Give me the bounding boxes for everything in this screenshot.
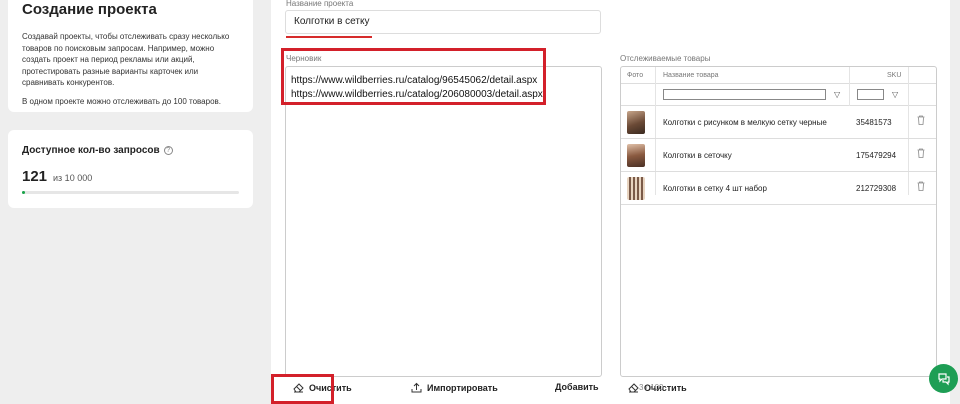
product-name: Колготки в сеточку [663, 151, 732, 160]
filter-icon[interactable]: ▽ [834, 90, 840, 99]
product-photo [627, 144, 645, 167]
filter-row: ▽ ▽ [621, 84, 936, 106]
table-header: Фото Название товара SKU [621, 67, 936, 84]
project-info-card: Создание проекта Создавай проекты, чтобы… [8, 0, 253, 112]
column-name[interactable]: Название товара [663, 72, 719, 79]
tracked-label: Отслеживаемые товары [620, 54, 711, 63]
upload-icon [411, 382, 422, 393]
product-sku: 35481573 [856, 118, 892, 127]
project-name-underline [286, 36, 372, 38]
trash-icon[interactable] [917, 115, 925, 125]
import-button[interactable]: Импортировать [411, 382, 498, 393]
quota-value: 121 [22, 168, 48, 185]
help-icon[interactable]: ? [163, 146, 173, 155]
table-row[interactable]: Колготки в сетку 4 шт набор 212729308 [621, 172, 936, 205]
draft-textarea[interactable]: https://www.wildberries.ru/catalog/96545… [285, 66, 602, 377]
product-photo [627, 177, 645, 200]
project-description: Создавай проекты, чтобы отслеживать сраз… [22, 32, 230, 87]
quota-values: 121 из 10 000 [22, 168, 239, 185]
chat-button[interactable] [929, 364, 958, 393]
quota-total: из 10 000 [53, 173, 93, 183]
product-photo [627, 111, 645, 134]
add-label: Добавить [555, 382, 599, 392]
tracked-products-table: Фото Название товара SKU ▽ ▽ Колготки с … [620, 66, 937, 377]
table-row[interactable]: Колготки с рисунком в мелкую сетку черны… [621, 106, 936, 139]
quota-progress-bar [22, 191, 239, 194]
import-label: Импортировать [427, 382, 498, 393]
trash-icon[interactable] [917, 181, 925, 191]
eraser-icon [628, 383, 639, 393]
tracked-counter: 3 / 100 [639, 383, 664, 392]
filter-icon[interactable]: ▽ [892, 90, 898, 99]
product-name: Колготки с рисунком в мелкую сетку черны… [663, 118, 827, 127]
main-panel: Название проекта Колготки в сетку Чернов… [271, 0, 950, 404]
page-title: Создание проекта [22, 1, 157, 18]
chat-icon [937, 372, 950, 385]
add-button[interactable]: Добавить [555, 382, 599, 392]
quota-title-row: Доступное кол-во запросов ? [22, 145, 239, 156]
project-name-input[interactable]: Колготки в сетку [285, 10, 601, 34]
column-divider [849, 67, 850, 106]
column-photo: Фото [627, 72, 644, 79]
add-highlight-frame [271, 374, 334, 404]
product-sku: 212729308 [856, 184, 897, 193]
product-name: Колготки в сетку 4 шт набор [663, 184, 767, 193]
quota-title: Доступное кол-во запросов [22, 145, 160, 156]
draft-highlight-frame [281, 48, 546, 105]
project-name-label: Название проекта [286, 0, 354, 8]
quota-card: Доступное кол-во запросов ? 121 из 10 00… [8, 130, 253, 208]
name-filter-input[interactable] [663, 89, 826, 100]
sku-filter-input[interactable] [857, 89, 884, 100]
project-limit-note: В одном проекте можно отслеживать до 100… [22, 96, 222, 106]
column-sku[interactable]: SKU [887, 72, 901, 79]
trash-icon[interactable] [917, 148, 925, 158]
product-sku: 175479294 [856, 151, 897, 160]
quota-progress-fill [22, 191, 25, 194]
table-row[interactable]: Колготки в сеточку 175479294 [621, 139, 936, 172]
